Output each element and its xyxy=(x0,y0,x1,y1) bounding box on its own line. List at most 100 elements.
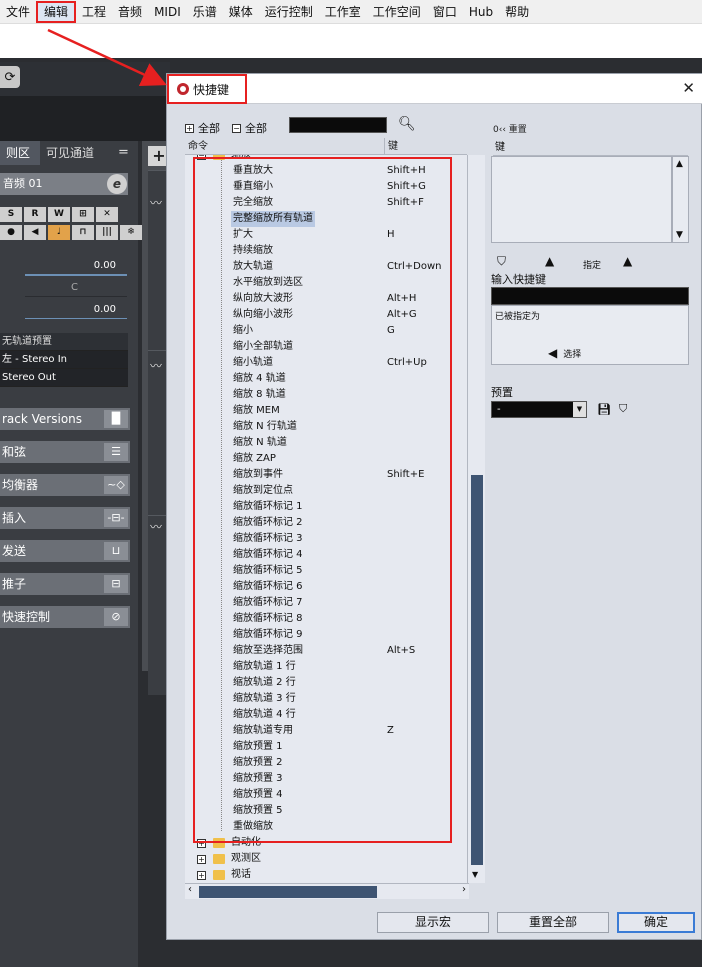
collapse-all-icon[interactable]: − xyxy=(232,123,241,133)
command-row[interactable]: 缩放循环标记 2 xyxy=(185,515,467,531)
command-row[interactable]: 缩放 8 轨道 xyxy=(185,387,467,403)
scroll-left-icon[interactable]: ‹ xyxy=(188,884,192,895)
tab-inspector[interactable]: 则区 xyxy=(0,141,40,165)
track-button[interactable]: ♩ xyxy=(48,225,70,240)
reset-all-button[interactable]: 重置全部 xyxy=(497,912,609,933)
menu-item[interactable]: 窗口 xyxy=(427,1,463,23)
command-row[interactable]: 完全缩放 Shift+F xyxy=(185,195,467,211)
delete-preset-icon[interactable]: ⛉ xyxy=(619,402,627,416)
inspector-section[interactable]: 发送 ⊔ xyxy=(0,540,130,562)
track-button[interactable]: ● xyxy=(0,225,22,240)
close-icon[interactable]: ✕ xyxy=(682,79,695,97)
track-button[interactable]: R xyxy=(24,207,46,222)
command-row[interactable]: 扩大 H xyxy=(185,227,467,243)
command-row[interactable]: 缩放轨道专用 Z xyxy=(185,723,467,739)
menu-item[interactable]: 运行控制 xyxy=(259,1,319,23)
tree-folder-zoom[interactable]: − 缩放 xyxy=(185,155,467,163)
scroll-down-icon[interactable]: ▼ xyxy=(472,870,478,879)
expand-icon[interactable]: + xyxy=(197,855,206,864)
command-row[interactable]: 缩放循环标记 1 xyxy=(185,499,467,515)
scroll-thumb[interactable] xyxy=(199,886,377,898)
command-row[interactable]: 纵向放大波形 Alt+H xyxy=(185,291,467,307)
menu-item[interactable]: MIDI xyxy=(148,1,187,23)
command-row[interactable]: 缩放循环标记 4 xyxy=(185,547,467,563)
command-row[interactable]: 缩放 4 轨道 xyxy=(185,371,467,387)
inspector-section[interactable]: 插入 -⊟- xyxy=(0,507,130,529)
reset-control[interactable]: 0‹‹ 重置 xyxy=(493,122,527,135)
command-row[interactable]: 纵向缩小波形 Alt+G xyxy=(185,307,467,323)
command-row[interactable]: 缩放轨道 2 行 xyxy=(185,675,467,691)
tree-folder[interactable]: + 视话 xyxy=(185,867,467,883)
track-button[interactable]: ||| xyxy=(96,225,118,240)
section-icon[interactable]: ⊔ xyxy=(104,542,128,560)
tree-vertical-scrollbar[interactable]: ▼ xyxy=(467,155,485,883)
command-row[interactable]: 持续缩放 xyxy=(185,243,467,259)
track-button[interactable]: W xyxy=(48,207,70,222)
inspector-section[interactable]: 推子 ⊟ xyxy=(0,573,130,595)
command-row[interactable]: 放大轨道 Ctrl+Down xyxy=(185,259,467,275)
track-button[interactable]: ⊓ xyxy=(72,225,94,240)
scroll-right-icon[interactable]: › xyxy=(462,884,466,895)
command-row[interactable]: 缩放预置 3 xyxy=(185,771,467,787)
command-row[interactable]: 缩放轨道 4 行 xyxy=(185,707,467,723)
command-row[interactable]: 缩放到定位点 xyxy=(185,483,467,499)
menu-item[interactable]: 乐谱 xyxy=(187,1,223,23)
command-row[interactable]: 缩放预置 1 xyxy=(185,739,467,755)
menu-item[interactable]: Hub xyxy=(463,1,499,23)
menu-item[interactable]: 音频 xyxy=(112,1,148,23)
menu-item[interactable]: 工程 xyxy=(76,1,112,23)
command-row[interactable]: 缩放预置 5 xyxy=(185,803,467,819)
command-row[interactable]: 缩放 N 行轨道 xyxy=(185,419,467,435)
command-row[interactable]: 缩放 N 轨道 xyxy=(185,435,467,451)
keys-list[interactable] xyxy=(491,156,672,243)
command-row[interactable]: 缩放预置 4 xyxy=(185,787,467,803)
inspector-section[interactable]: 快速控制 ⊘ xyxy=(0,606,130,628)
section-icon[interactable]: -⊟- xyxy=(104,509,128,527)
expand-all-icon[interactable]: + xyxy=(185,123,194,133)
fader-3[interactable] xyxy=(25,318,127,319)
column-command[interactable]: 命令 xyxy=(185,138,385,155)
scroll-down-icon[interactable]: ▼ xyxy=(676,230,683,240)
command-row[interactable]: 缩放循环标记 3 xyxy=(185,531,467,547)
menu-item[interactable]: 媒体 xyxy=(223,1,259,23)
command-row[interactable]: 缩放循环标记 8 xyxy=(185,611,467,627)
command-row[interactable]: 缩放循环标记 9 xyxy=(185,627,467,643)
collapse-icon[interactable]: − xyxy=(197,155,206,160)
preset-select[interactable]: - ▼ xyxy=(491,401,587,418)
command-row[interactable]: 缩放至选择范围 Alt+S xyxy=(185,643,467,659)
command-row[interactable]: 水平缩放到选区 xyxy=(185,275,467,291)
section-icon[interactable]: ☰ xyxy=(104,443,128,461)
inspector-section[interactable]: rack Versions ▐▌ xyxy=(0,408,130,430)
keys-scrollbar[interactable]: ▲ ▼ xyxy=(672,156,689,243)
track-button[interactable]: ⊞ xyxy=(72,207,94,222)
track-button[interactable]: ❄ xyxy=(120,225,142,240)
tab-menu-icon[interactable]: = xyxy=(118,141,129,165)
search-input[interactable] xyxy=(289,117,387,133)
tree-folder[interactable]: + 自动化 xyxy=(185,835,467,851)
command-row[interactable]: 垂直放大 Shift+H xyxy=(185,163,467,179)
command-row[interactable]: 缩放轨道 3 行 xyxy=(185,691,467,707)
scroll-thumb[interactable] xyxy=(471,475,483,865)
edit-channel-icon[interactable]: e xyxy=(107,174,127,194)
menu-item[interactable]: 帮助 xyxy=(499,1,535,23)
show-macros-button[interactable]: 显示宏 xyxy=(377,912,489,933)
select-button[interactable]: ◀ 选择 xyxy=(548,346,581,360)
command-row[interactable]: 重做缩放 xyxy=(185,819,467,835)
track-button[interactable]: ✕ xyxy=(96,207,118,222)
assign-icon[interactable]: ▲ xyxy=(623,254,632,268)
shortcut-input[interactable] xyxy=(491,287,689,305)
menu-item[interactable]: 编辑 xyxy=(36,0,77,23)
command-row[interactable]: 缩放循环标记 6 xyxy=(185,579,467,595)
tree-folder[interactable]: + 观测区 xyxy=(185,851,467,867)
inspector-section[interactable]: 和弦 ☰ xyxy=(0,441,130,463)
command-row[interactable]: 缩放预置 2 xyxy=(185,755,467,771)
expand-all-label[interactable]: 全部 xyxy=(198,120,220,136)
command-row[interactable]: 缩放循环标记 5 xyxy=(185,563,467,579)
track-button[interactable]: ◀ xyxy=(24,225,46,240)
volume-fader[interactable] xyxy=(25,274,127,276)
search-icon[interactable]: 🔍︎ xyxy=(398,116,416,132)
menu-item[interactable]: 文件 xyxy=(0,1,36,23)
command-row[interactable]: 缩放 ZAP xyxy=(185,451,467,467)
expand-icon[interactable]: + xyxy=(197,839,206,848)
section-icon[interactable]: ⊘ xyxy=(104,608,128,626)
